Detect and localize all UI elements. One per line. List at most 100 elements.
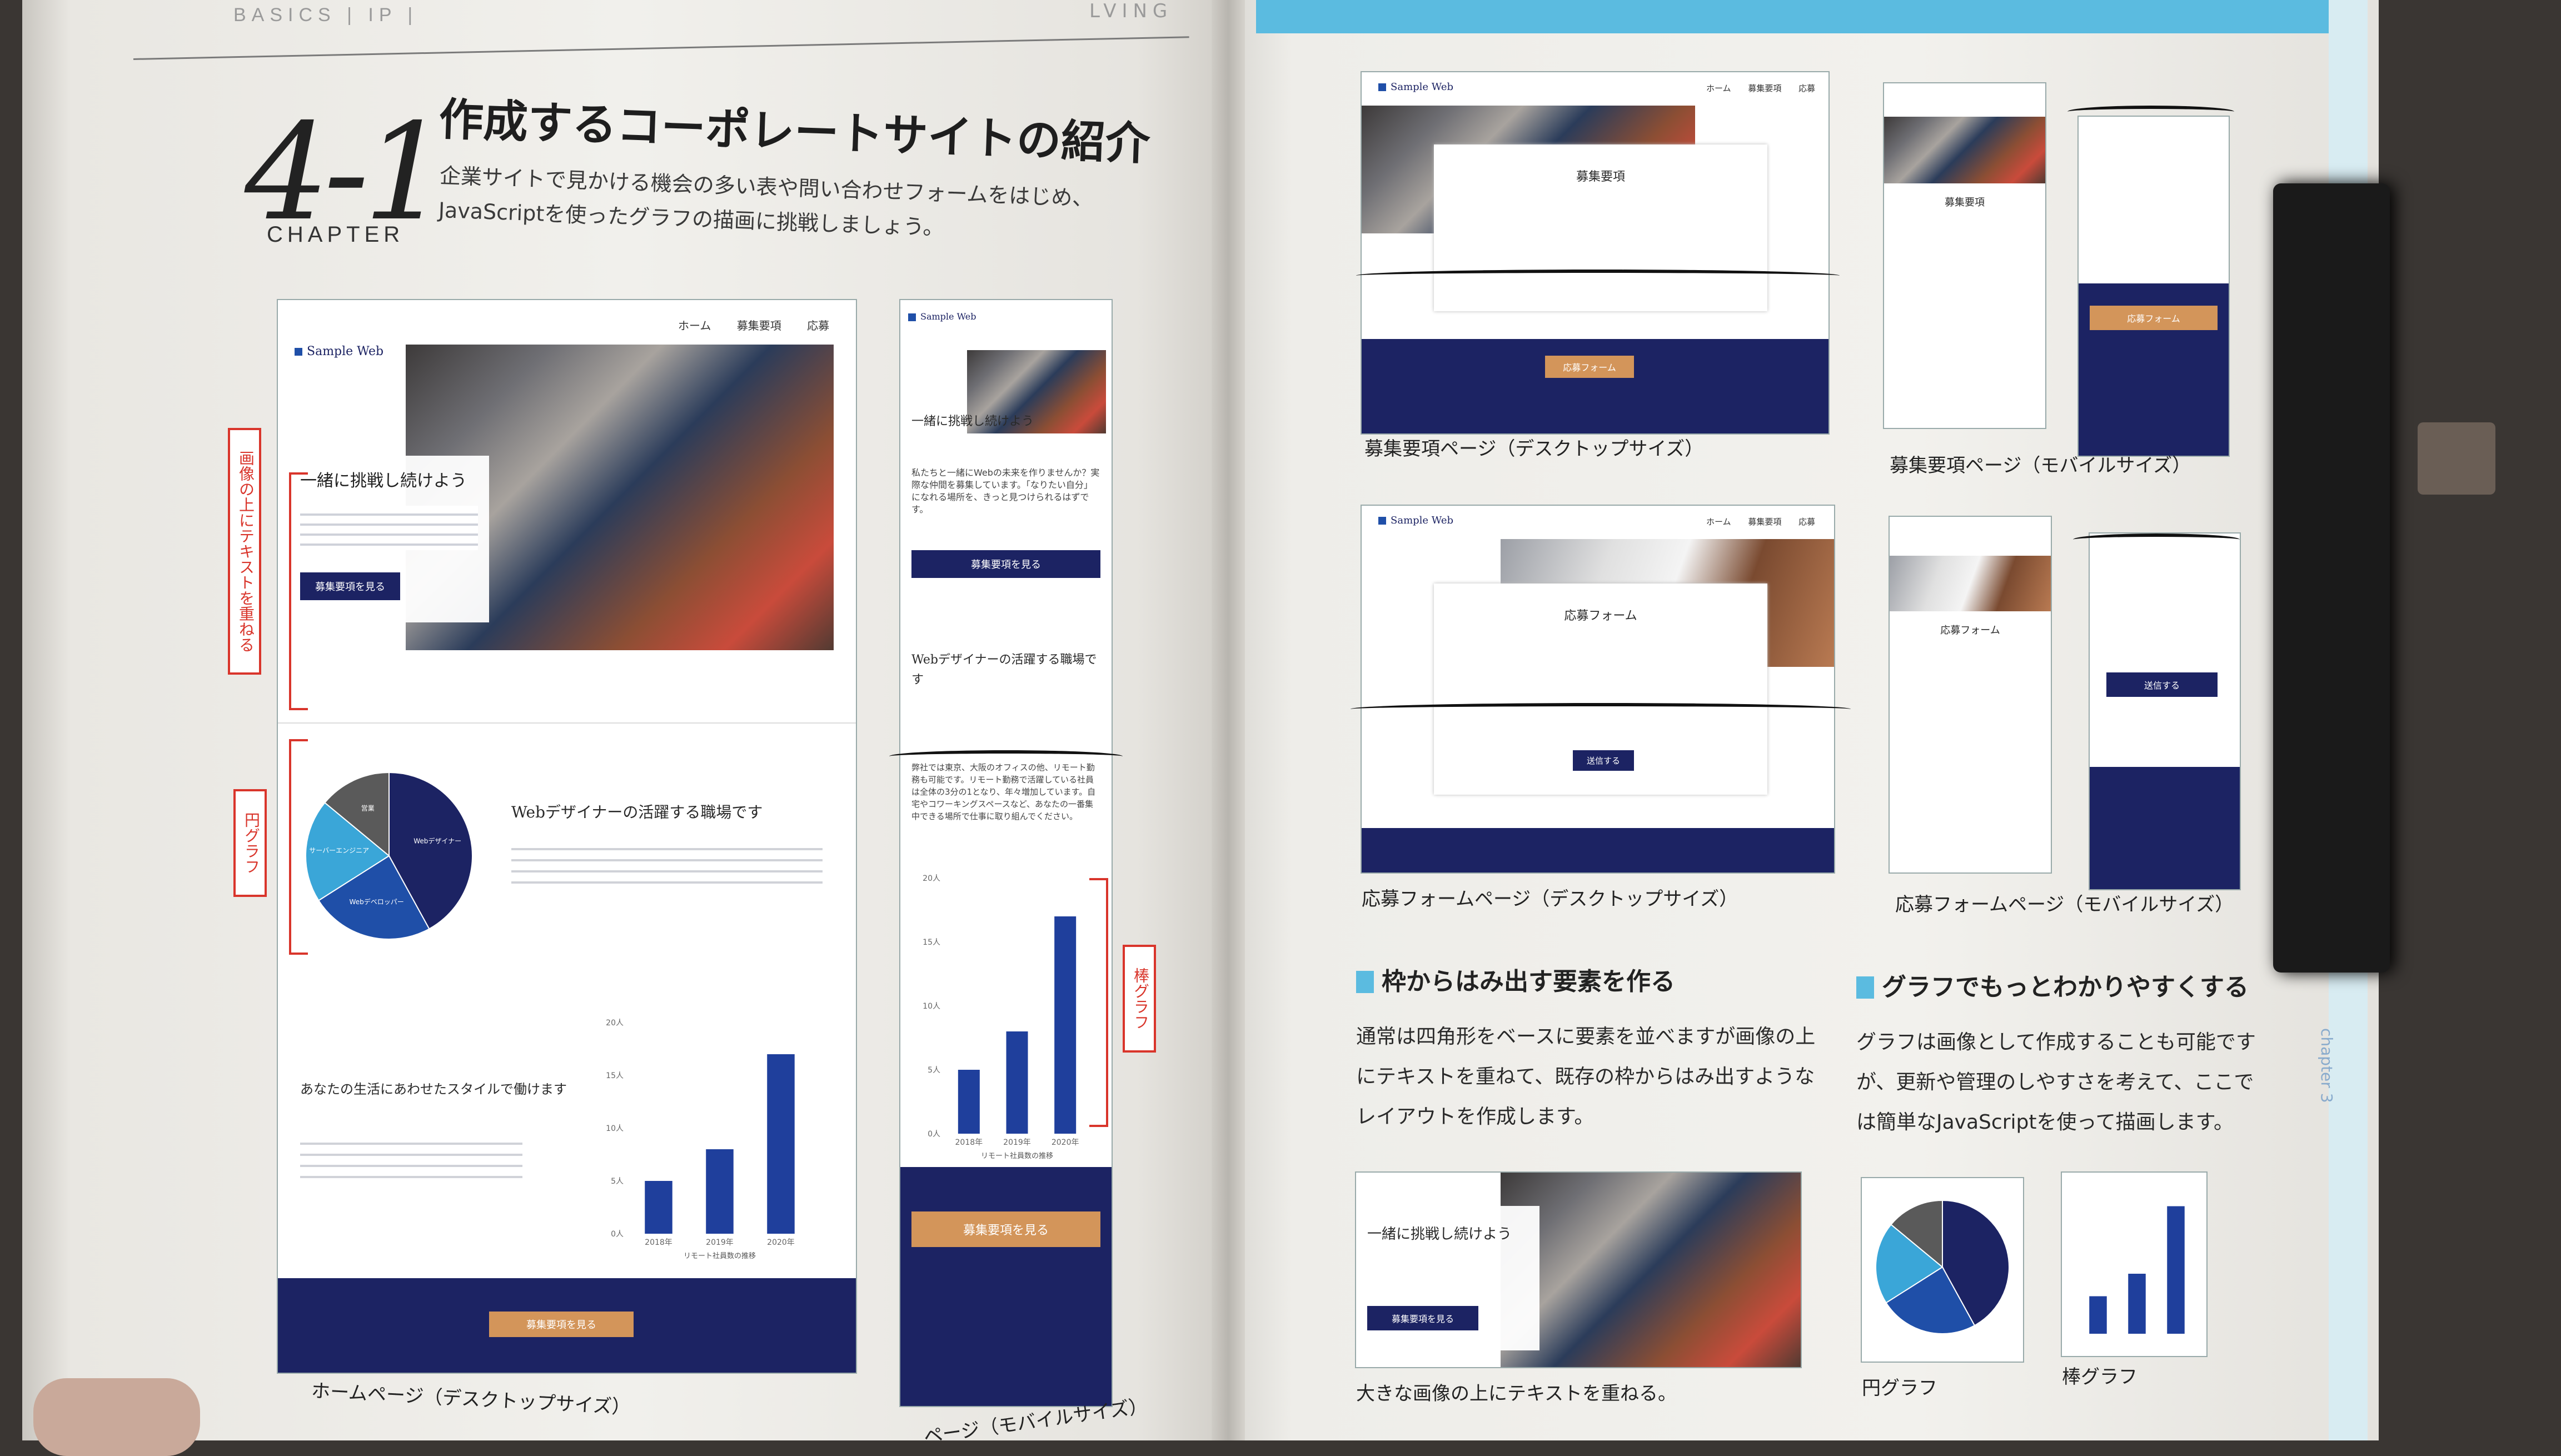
- x-tick-label: 2020年: [1052, 1138, 1079, 1147]
- mobile-hero-heading: 一緒に挑戦し続けよう: [911, 415, 1034, 428]
- style-heading: あなたの生活にあわせたスタイルで働けます: [300, 1081, 567, 1097]
- y-tick-label: 20人: [606, 1019, 624, 1028]
- recruit-desktop-mockup: Sample Web ホーム 募集要項 応募 募集要項 応募フォーム: [1362, 72, 1828, 433]
- bar: [958, 1070, 980, 1134]
- pie-chart: Webデザイナー Webデベロッパー サーバーエンジニア 営業: [305, 771, 473, 940]
- pie-slice-label: Webデベロッパー: [350, 897, 404, 906]
- right-page-header-bar: [1256, 0, 2334, 33]
- mobile-cut-wave: [889, 750, 1123, 762]
- y-tick-label: 5人: [611, 1177, 624, 1186]
- bar: [645, 1181, 672, 1234]
- x-tick-label: 2018年: [645, 1238, 672, 1247]
- book-gutter: [1212, 0, 1245, 1440]
- overlap-example-text-box: 一緒に挑戦し続けよう 募集要項を見る: [1356, 1206, 1539, 1350]
- chapter-label: CHAPTER: [267, 222, 405, 247]
- overlap-example: 一緒に挑戦し続けよう 募集要項を見る: [1356, 1173, 1801, 1367]
- recruit-wave: [1356, 270, 1840, 282]
- recruit-footer: 応募フォーム: [1362, 339, 1828, 433]
- overlap-example-caption: 大きな画像の上にテキストを重ねる。: [1356, 1383, 1677, 1405]
- overlap-bracket: [289, 472, 308, 710]
- form-mobile-caption: 応募フォームページ（モバイルサイズ）: [1895, 894, 2234, 916]
- form-desktop-caption: 応募フォームページ（デスクトップサイズ）: [1362, 888, 1738, 910]
- section1-body: 通常は四角形をベースに要素を並べますが画像の上にテキストを重ねて、既存の枠からは…: [1356, 1025, 1816, 1128]
- bar-example-chart: [2089, 1206, 2185, 1334]
- y-tick-label: 10人: [923, 1002, 940, 1011]
- footer: 募集要項を見る: [278, 1278, 856, 1373]
- pie-example-caption: 円グラフ: [1862, 1377, 1937, 1399]
- running-head-left: BASICS | IP |: [233, 4, 418, 26]
- bar-example: [2062, 1173, 2206, 1356]
- form-desktop-mockup: Sample Web ホーム 募集要項 応募 応募フォーム 送信する: [1362, 506, 1834, 872]
- recruit-mobile-image: [1884, 117, 2045, 183]
- pie-slice-label: 営業: [361, 805, 375, 812]
- y-tick-label: 15人: [606, 1071, 624, 1080]
- recruit-apply-button: 応募フォーム: [1545, 356, 1634, 378]
- bar: [2167, 1206, 2185, 1334]
- overlap-example-button: 募集要項を見る: [1367, 1306, 1478, 1330]
- mobile-footer: 募集要項を見る: [900, 1167, 1112, 1406]
- recruit-desktop-caption: 募集要項ページ（デスクトップサイズ）: [1364, 438, 1704, 460]
- form-submit-button: 送信する: [1573, 750, 1634, 771]
- bar: [706, 1149, 734, 1234]
- form-mobile-footer: [2090, 767, 2240, 889]
- mobile-body-text: 弊社では東京、大阪のオフィスの他、リモート勤務も可能です。リモート勤務で活躍して…: [911, 762, 1096, 821]
- mobile-footer-button: 募集要項を見る: [911, 1211, 1100, 1247]
- bar: [2089, 1296, 2107, 1334]
- mobile-section-heading: Webデザイナーの活躍する職場です: [911, 653, 1097, 687]
- form-nav: ホーム 募集要項 応募: [1706, 516, 1815, 527]
- y-tick-label: 20人: [923, 874, 940, 883]
- mobile-hero-button: 募集要項を見る: [911, 550, 1100, 578]
- overlap-annotation: 画像の上にテキストを重ねる: [228, 428, 261, 675]
- recruit-nav-home: ホーム: [1706, 83, 1731, 93]
- bar: [1054, 916, 1077, 1134]
- x-axis-label: リモート社員数の推移: [684, 1251, 756, 1260]
- x-tick-label: 2020年: [767, 1238, 795, 1247]
- overlap-example-heading: 一緒に挑戦し続けよう: [1367, 1226, 1512, 1243]
- desktop-home-mockup: Sample Web ホーム 募集要項 応募 一緒に挑戦し続けよう 募集要項を見…: [278, 300, 856, 1373]
- form-card: 応募フォーム 送信する: [1434, 584, 1767, 795]
- page-clip-knob: [2418, 422, 2495, 495]
- footer-button: 募集要項を見る: [489, 1312, 634, 1337]
- section-placeholder-text: [511, 839, 823, 889]
- thumb: [33, 1378, 200, 1456]
- pie-slice-label: Webデザイナー: [413, 837, 461, 845]
- desktop-nav: ホーム 募集要項 応募: [678, 317, 829, 333]
- form-mobile-mockup: 応募フォーム: [1890, 517, 2051, 872]
- form-logo: Sample Web: [1378, 515, 1453, 526]
- recruit-nav: ホーム 募集要項 応募: [1706, 82, 1815, 94]
- side-chapter-label: chapter 3: [2318, 1028, 2336, 1103]
- form-mobile-wave: [2073, 533, 2240, 546]
- form-wave: [1351, 703, 1851, 715]
- desktop-bar-chart: 0人 5人 10人 15人 20人 2018年 2019年 2020年リモート社員数の推移: [606, 1019, 795, 1260]
- form-nav-apply: 応募: [1798, 517, 1816, 527]
- form-mobile-mockup-2: 送信する: [2090, 533, 2240, 889]
- section2-body: グラフは画像として作成することも可能ですが、更新や管理のしやすさを考えて、ここで…: [1856, 1031, 2256, 1134]
- mobile-home-mockup: Sample Web 一緒に挑戦し続けよう 私たちと一緒にWebの未来を作りませ…: [900, 300, 1112, 1406]
- y-tick-label: 0人: [928, 1130, 940, 1139]
- bar-example-caption: 棒グラフ: [2062, 1366, 2138, 1388]
- hero-heading: 一緒に挑戦し続けよう: [300, 471, 467, 491]
- recruit-mobile-wave: [2067, 106, 2234, 118]
- x-tick-label: 2019年: [1003, 1138, 1031, 1147]
- recruit-mobile-mockup-2: 応募フォーム: [2079, 117, 2229, 456]
- pie-bracket: [289, 739, 308, 955]
- form-heading: 応募フォーム: [1564, 609, 1637, 623]
- form-footer: [1362, 828, 1834, 872]
- y-tick-label: 10人: [606, 1124, 624, 1133]
- section-divider: [278, 722, 856, 724]
- pie-slice-label: サーバーエンジニア: [309, 846, 369, 854]
- recruit-logo: Sample Web: [1378, 81, 1453, 93]
- y-tick-label: 0人: [611, 1230, 624, 1239]
- nav-item-apply: 応募: [807, 319, 830, 332]
- running-head-right: LVING: [1089, 0, 1173, 22]
- y-tick-label: 15人: [923, 938, 940, 947]
- x-axis-label: リモート社員数の推移: [981, 1151, 1053, 1160]
- x-tick-label: 2018年: [955, 1138, 983, 1147]
- style-placeholder-text: [300, 1134, 522, 1184]
- recruit-card: 募集要項: [1434, 144, 1767, 311]
- recruit-mobile-footer: 応募フォーム: [2079, 283, 2229, 456]
- site-logo: Sample Web: [295, 345, 383, 358]
- recruit-heading: 募集要項: [1576, 170, 1625, 184]
- hero-placeholder-text: [300, 506, 478, 550]
- form-nav-home: ホーム: [1706, 517, 1731, 527]
